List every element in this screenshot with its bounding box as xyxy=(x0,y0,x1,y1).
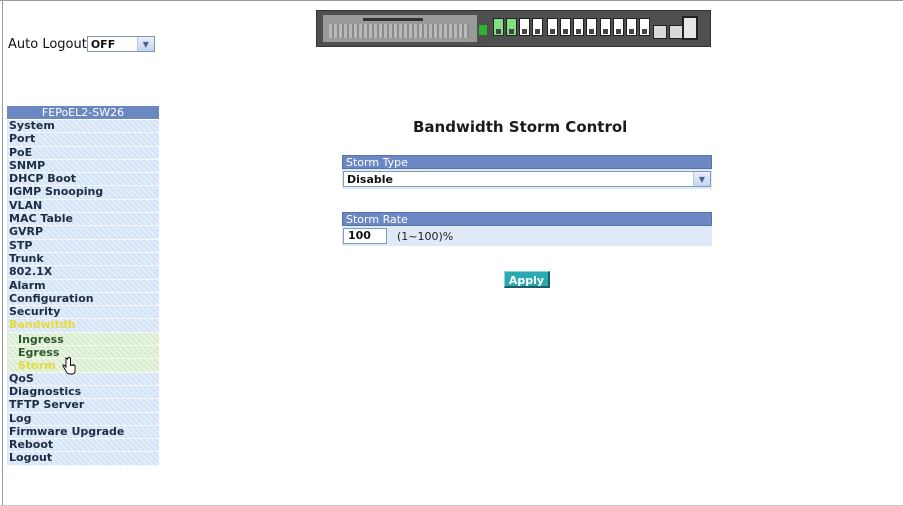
console-port xyxy=(682,16,698,40)
sidebar-item-diagnostics[interactable]: Diagnostics xyxy=(7,385,159,400)
sidebar-item-gvrp[interactable]: GVRP xyxy=(7,225,159,240)
auto-logout-value: OFF xyxy=(90,37,116,51)
frame-top-border xyxy=(0,0,903,1)
sidebar-title: FEPoEL2-SW26 xyxy=(7,106,159,119)
sidebar-item-8021x[interactable]: 802.1X xyxy=(7,265,159,280)
sidebar-item-trunk[interactable]: Trunk xyxy=(7,252,159,267)
storm-rate-section: Storm Rate 100 (1~100)% xyxy=(342,212,712,246)
sidebar-item-security[interactable]: Security xyxy=(7,305,159,320)
frame-left-border xyxy=(2,0,3,506)
storm-rate-input[interactable]: 100 xyxy=(343,228,387,244)
apply-button[interactable]: Apply xyxy=(504,271,550,288)
sidebar-item-system[interactable]: System xyxy=(7,119,159,134)
sfp-port-2 xyxy=(669,25,683,39)
sidebar-item-vlan[interactable]: VLAN xyxy=(7,199,159,214)
sidebar-menu: FEPoEL2-SW26 System Port PoE SNMP DHCP B… xyxy=(7,106,159,466)
auto-logout-select[interactable]: OFF ▼ xyxy=(86,36,155,52)
chevron-down-icon[interactable]: ▼ xyxy=(136,37,154,51)
sidebar-item-stp[interactable]: STP xyxy=(7,239,159,253)
storm-type-select[interactable]: Disable ▼ xyxy=(343,171,711,187)
sidebar-item-tftp-server[interactable]: TFTP Server xyxy=(7,398,159,413)
sidebar-item-mac-table[interactable]: MAC Table xyxy=(7,212,159,227)
sidebar-item-port[interactable]: Port xyxy=(7,132,159,147)
sidebar-item-bandwidth[interactable]: Bandwitdh xyxy=(7,319,159,333)
auto-logout: Auto Logout OFF ▼ xyxy=(8,35,155,53)
port-group-3 xyxy=(600,18,650,38)
page-title: Bandwidth Storm Control xyxy=(413,118,628,136)
sidebar-item-dhcp-boot[interactable]: DHCP Boot xyxy=(7,172,159,187)
sidebar-subitem-egress[interactable]: Egress xyxy=(7,346,159,360)
sidebar-item-reboot[interactable]: Reboot xyxy=(7,438,159,453)
sidebar-item-alarm[interactable]: Alarm xyxy=(7,279,159,293)
port-group-2 xyxy=(547,18,597,38)
sidebar-subitem-storm[interactable]: Storm xyxy=(7,357,159,375)
storm-rate-header: Storm Rate xyxy=(342,212,712,226)
storm-rate-range: (1~100)% xyxy=(397,230,454,243)
sidebar-item-log[interactable]: Log xyxy=(7,412,159,426)
sidebar-item-firmware-upgrade[interactable]: Firmware Upgrade xyxy=(7,425,159,440)
sidebar-subitem-ingress[interactable]: Ingress xyxy=(7,332,159,347)
sidebar-item-snmp[interactable]: SNMP xyxy=(7,159,159,174)
hand-cursor-icon xyxy=(62,357,76,375)
port-group-1 xyxy=(493,18,543,38)
sidebar-item-qos[interactable]: QoS xyxy=(7,372,159,386)
storm-type-value: Disable xyxy=(347,172,393,186)
sidebar-item-poe[interactable]: PoE xyxy=(7,146,159,160)
storm-type-section: Storm Type Disable ▼ xyxy=(342,155,712,189)
sidebar-item-configuration[interactable]: Configuration xyxy=(7,292,159,307)
switch-label-panel xyxy=(323,15,477,42)
storm-type-header: Storm Type xyxy=(342,155,712,169)
status-led xyxy=(479,25,487,35)
sidebar-item-logout[interactable]: Logout xyxy=(7,452,159,466)
sidebar-item-igmp-snooping[interactable]: IGMP Snooping xyxy=(7,186,159,200)
auto-logout-label: Auto Logout xyxy=(8,36,87,52)
switch-panel-image xyxy=(316,10,711,47)
sfp-port-1 xyxy=(653,25,667,39)
sidebar-subitem-storm-label: Storm xyxy=(18,359,56,373)
chevron-down-icon[interactable]: ▼ xyxy=(693,172,710,186)
